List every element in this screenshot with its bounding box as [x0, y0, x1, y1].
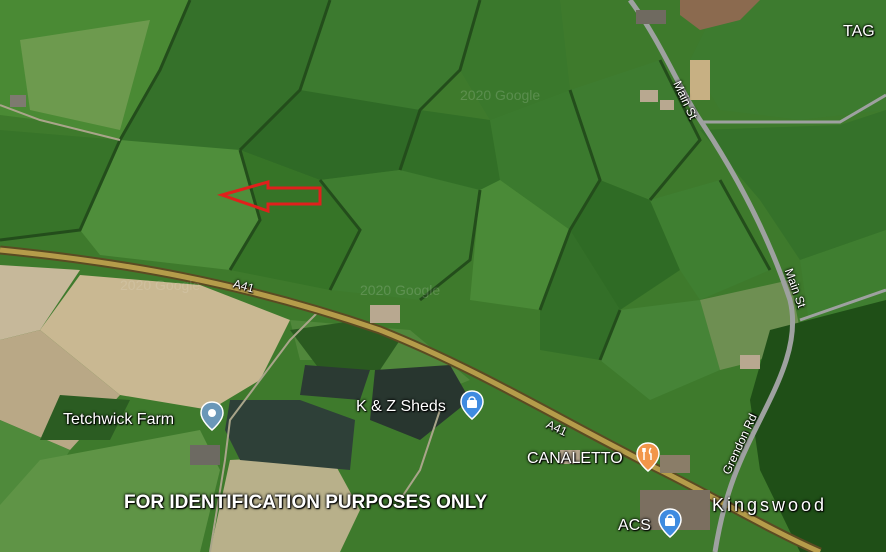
place-label-acs[interactable]: ACS — [618, 517, 651, 535]
place-label-kingswood[interactable]: Kingswood — [712, 495, 827, 516]
watermark: 2020 Google — [460, 87, 540, 103]
location-pin-icon[interactable] — [200, 401, 224, 431]
place-label-kz-sheds[interactable]: K & Z Sheds — [356, 398, 446, 416]
watermark: 2020 Google — [360, 282, 440, 298]
restaurant-icon[interactable] — [636, 442, 660, 472]
identification-banner: FOR IDENTIFICATION PURPOSES ONLY — [124, 492, 488, 513]
watermark: 2020 Google — [120, 277, 200, 293]
shopping-bag-icon[interactable] — [460, 390, 484, 420]
satellite-map[interactable]: 2020 Google 2020 Google 2020 Google — [0, 0, 886, 552]
place-label-tetchwick-farm[interactable]: Tetchwick Farm — [63, 411, 174, 429]
place-label-canaletto[interactable]: CANALETTO — [527, 450, 623, 468]
shopping-bag-icon[interactable] — [658, 508, 682, 538]
place-label-tag[interactable]: TAG — [843, 23, 875, 41]
